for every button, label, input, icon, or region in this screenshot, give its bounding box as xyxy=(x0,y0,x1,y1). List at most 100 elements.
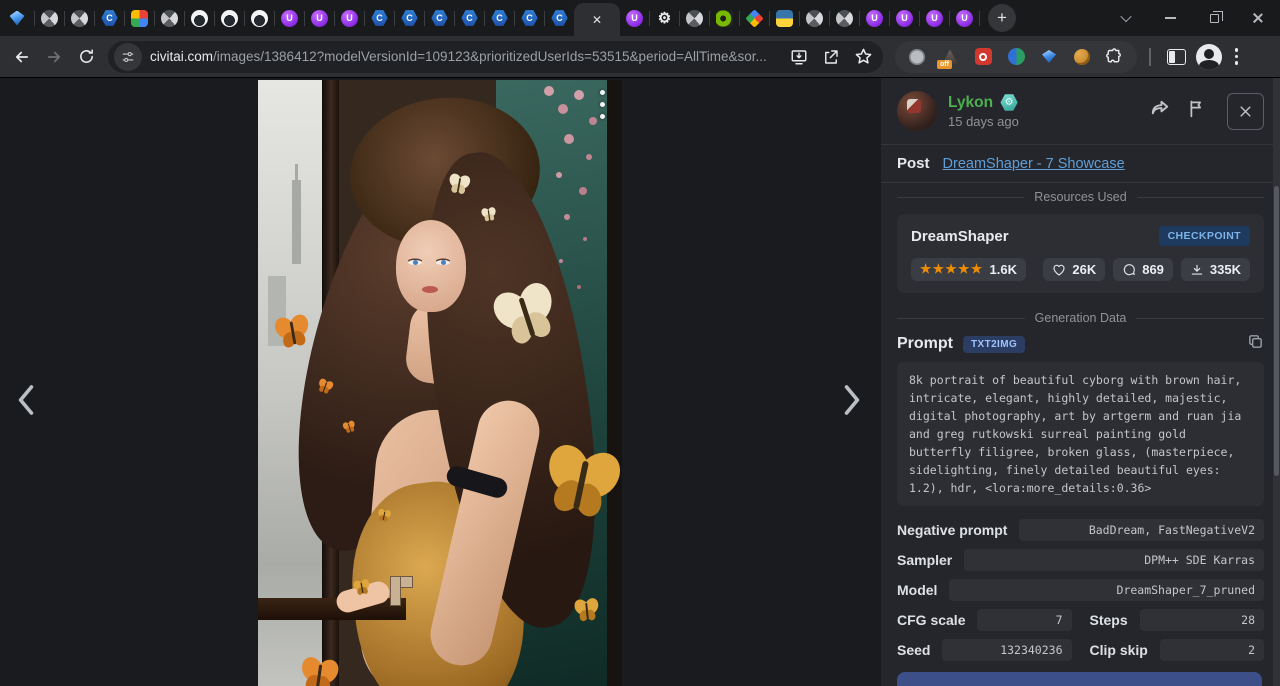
comments-pill[interactable]: 869 xyxy=(1113,258,1173,281)
pinned-tab-purple-u-icon[interactable]: U xyxy=(890,0,919,36)
globe-extension-icon[interactable] xyxy=(908,48,926,66)
pinned-tab-swirl-icon[interactable] xyxy=(35,0,64,36)
butterfly-icon xyxy=(490,280,564,359)
copy-generation-data-button[interactable]: Copy Generation Data xyxy=(897,672,1262,686)
scrollbar-thumb[interactable] xyxy=(1274,186,1279,476)
url-domain: civitai.com xyxy=(150,49,213,64)
field-row: ModelDreamShaper_7_pruned xyxy=(897,579,1264,601)
field-value[interactable]: DreamShaper_7_pruned xyxy=(949,579,1264,601)
pinned-tab-civitai-icon[interactable]: C xyxy=(485,0,514,36)
pinned-tab-civitai-icon[interactable]: C xyxy=(365,0,394,36)
blocker-off-extension-icon[interactable]: off xyxy=(941,48,959,66)
new-tab-button[interactable]: + xyxy=(988,4,1016,32)
download-icon xyxy=(1190,263,1204,277)
field-row: Sampler DPM++ SDE Karras xyxy=(897,549,1264,571)
report-flag-icon[interactable] xyxy=(1187,98,1208,124)
profile-avatar[interactable] xyxy=(1193,41,1225,73)
pinned-tab-purple-u-icon[interactable]: U xyxy=(920,0,949,36)
extensions-puzzle-icon[interactable] xyxy=(1106,48,1124,66)
forward-button[interactable] xyxy=(38,41,70,73)
pinned-tab-civitai-icon[interactable]: C xyxy=(545,0,574,36)
gem-icon[interactable] xyxy=(0,11,34,26)
share-post-icon[interactable] xyxy=(1149,97,1172,125)
field-value[interactable]: 2 xyxy=(1160,639,1264,661)
sidebar-scrollbar[interactable] xyxy=(1273,78,1280,686)
sidebar-header: Lykon ⚙ 15 days ago xyxy=(881,78,1280,144)
close-tab-icon[interactable]: ✕ xyxy=(592,14,602,26)
pinned-tab-store-icon[interactable] xyxy=(125,0,154,36)
cookie-extension-icon[interactable] xyxy=(1073,48,1091,66)
pinned-tab-swirl-icon[interactable] xyxy=(800,0,829,36)
pinned-tab-gem-multi-icon[interactable] xyxy=(740,0,769,36)
pinned-tab-swirl-icon[interactable] xyxy=(680,0,709,36)
pinned-tab-civitai-icon[interactable]: C xyxy=(515,0,544,36)
browser-menu-kebab-icon[interactable] xyxy=(1225,41,1249,73)
field-value[interactable]: 28 xyxy=(1140,609,1264,631)
share-icon[interactable] xyxy=(822,48,840,66)
txt2img-badge: TXT2IMG xyxy=(963,336,1025,353)
generated-image[interactable] xyxy=(258,80,622,686)
downloads-pill[interactable]: 335K xyxy=(1181,258,1250,281)
rating-pill[interactable]: ★★★★★ 1.6K xyxy=(911,258,1026,281)
pinned-tab-purple-u-icon[interactable]: U xyxy=(305,0,334,36)
window-controls xyxy=(1104,0,1280,36)
image-options-menu[interactable] xyxy=(595,90,609,119)
pinned-tab-purple-u-icon[interactable]: U xyxy=(275,0,304,36)
pinned-tab-gear-icon[interactable]: ⚙ xyxy=(650,0,679,36)
post-link[interactable]: DreamShaper - 7 Showcase xyxy=(943,156,1125,172)
pinned-tabs-right: U⚙UUUU xyxy=(620,0,980,36)
tab-search-chevron-icon[interactable] xyxy=(1104,0,1148,36)
close-panel-button[interactable] xyxy=(1227,93,1264,130)
pinned-tab-nvidia-icon[interactable] xyxy=(710,0,739,36)
field-label: Sampler xyxy=(897,552,952,568)
site-settings-icon[interactable] xyxy=(114,43,142,71)
url-bar[interactable]: civitai.com/images/1386412?modelVersionI… xyxy=(108,41,883,73)
field-row-half: CFG scale7Steps28 xyxy=(897,609,1264,631)
pinned-tab-python-icon[interactable] xyxy=(770,0,799,36)
minimize-button[interactable] xyxy=(1148,0,1192,36)
previous-image-button[interactable] xyxy=(6,376,46,424)
pinned-tab-civitai-icon[interactable]: C xyxy=(455,0,484,36)
post-label: Post xyxy=(897,155,930,172)
pinned-tab-swirl-icon[interactable] xyxy=(155,0,184,36)
close-window-button[interactable] xyxy=(1236,0,1280,36)
pinned-tab-swirl-icon[interactable] xyxy=(65,0,94,36)
active-tab[interactable]: ✕ xyxy=(574,3,620,36)
username[interactable]: Lykon xyxy=(948,94,993,112)
gem-extension-icon[interactable] xyxy=(1040,48,1058,66)
pinned-tab-github-icon[interactable] xyxy=(215,0,244,36)
restore-button[interactable] xyxy=(1192,0,1236,36)
post-age: 15 days ago xyxy=(948,114,1019,129)
pinned-tab-purple-u-icon[interactable]: U xyxy=(950,0,979,36)
back-button[interactable] xyxy=(6,41,38,73)
user-avatar[interactable] xyxy=(897,91,937,131)
bookmark-star-icon[interactable] xyxy=(854,47,873,66)
pinned-tab-purple-u-icon[interactable]: U xyxy=(860,0,889,36)
pinned-tab-swirl-icon[interactable] xyxy=(830,0,859,36)
field-value[interactable]: DPM++ SDE Karras xyxy=(964,549,1264,571)
field-value[interactable]: 132340236 xyxy=(942,639,1071,661)
pinned-tab-github-icon[interactable] xyxy=(245,0,274,36)
pinned-tab-civitai-icon[interactable]: C xyxy=(425,0,454,36)
off-badge: off xyxy=(937,60,952,69)
copy-prompt-icon[interactable] xyxy=(1247,333,1264,355)
blue-circle-extension-icon[interactable] xyxy=(1007,48,1025,66)
reload-button[interactable] xyxy=(70,41,102,73)
likes-pill[interactable]: 26K xyxy=(1043,258,1105,281)
red-o-extension-icon[interactable] xyxy=(974,48,992,66)
pinned-tab-civitai-icon[interactable]: C xyxy=(95,0,124,36)
pinned-tab-purple-u-icon[interactable]: U xyxy=(620,0,649,36)
pinned-tab-purple-u-icon[interactable]: U xyxy=(335,0,364,36)
field-value[interactable]: BadDream, FastNegativeV2 xyxy=(1019,519,1264,541)
prompt-text[interactable]: 8k portrait of beautiful cyborg with bro… xyxy=(897,362,1264,506)
install-app-icon[interactable] xyxy=(790,48,808,66)
pinned-tab-civitai-icon[interactable]: C xyxy=(395,0,424,36)
field-label: CFG scale xyxy=(897,612,965,628)
url-text: civitai.com/images/1386412?modelVersionI… xyxy=(150,49,780,64)
field-value[interactable]: 7 xyxy=(977,609,1071,631)
next-image-button[interactable] xyxy=(832,376,872,424)
heart-icon xyxy=(1052,263,1066,277)
pinned-tab-github-icon[interactable] xyxy=(185,0,214,36)
side-panel-button[interactable] xyxy=(1161,41,1193,73)
resource-card[interactable]: DreamShaper CHECKPOINT ★★★★★ 1.6K 26K 86… xyxy=(897,214,1264,293)
